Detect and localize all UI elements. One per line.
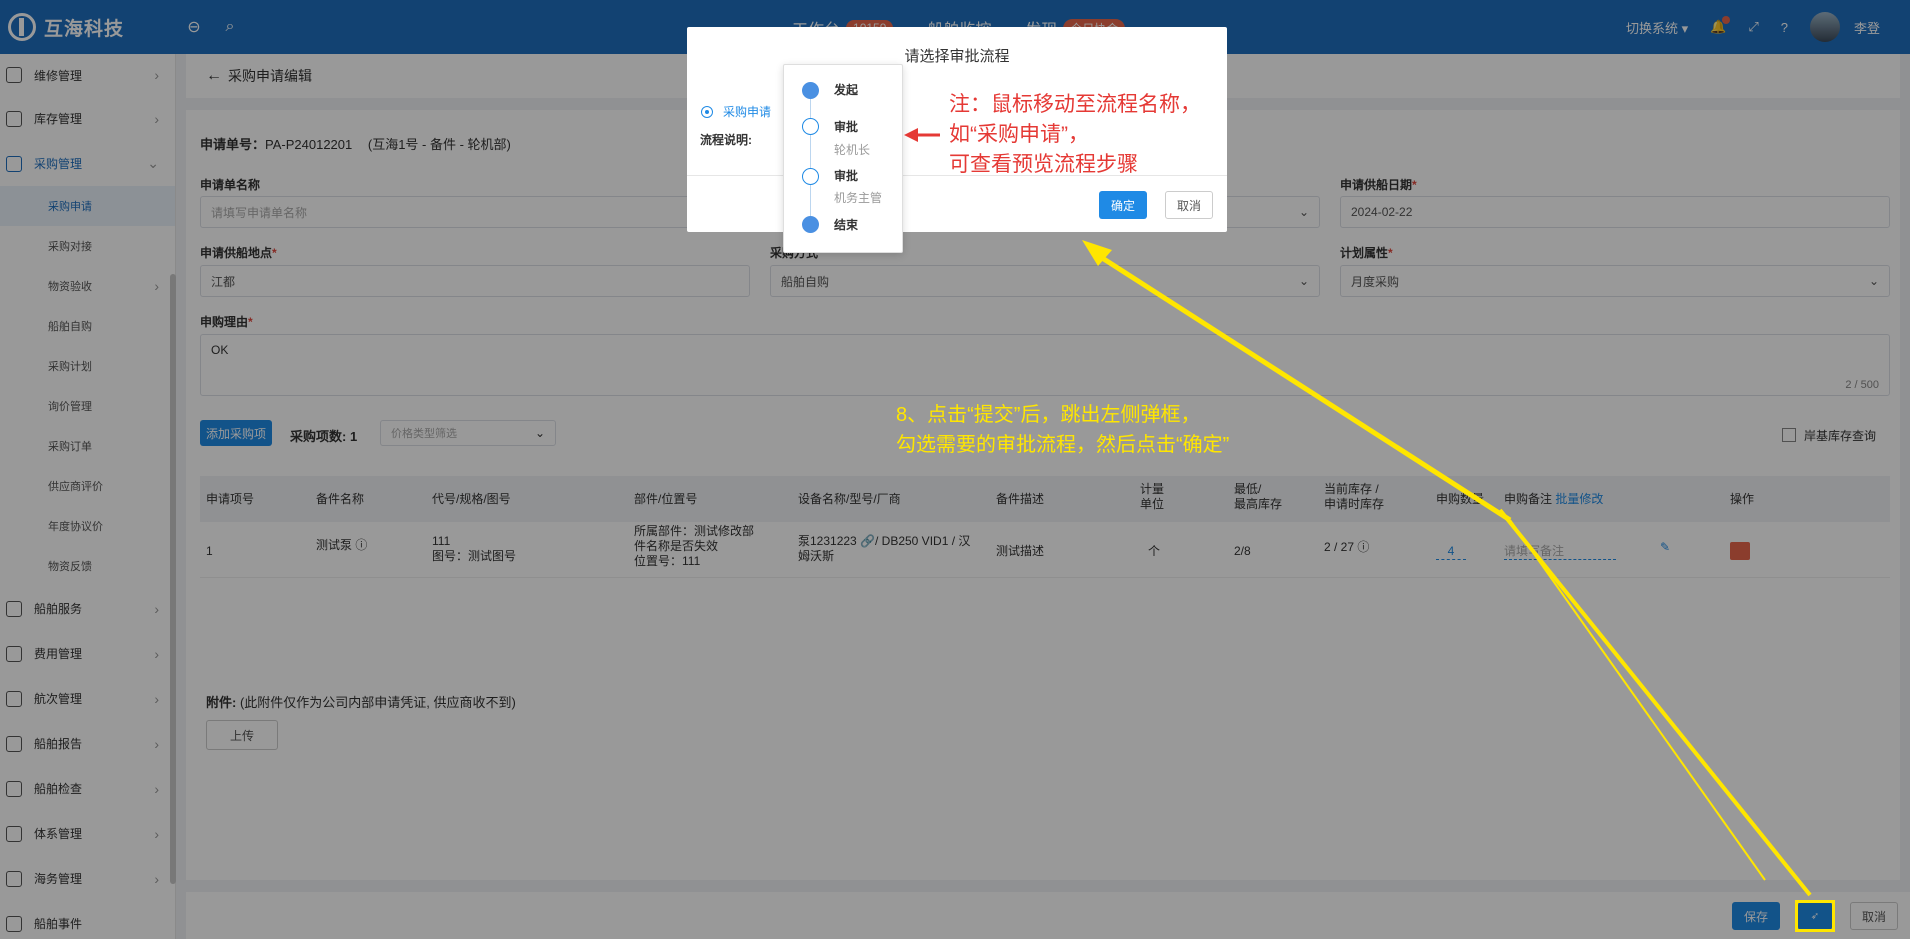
yellow-arrow-line bbox=[1094, 251, 1512, 523]
yellow-arrow-tail bbox=[1509, 519, 1766, 881]
highlight-submit-box bbox=[1795, 900, 1835, 932]
red-arrow-head bbox=[904, 128, 918, 142]
yellow-arrow-main bbox=[1498, 508, 1812, 897]
annotation-arrows bbox=[904, 128, 1812, 897]
